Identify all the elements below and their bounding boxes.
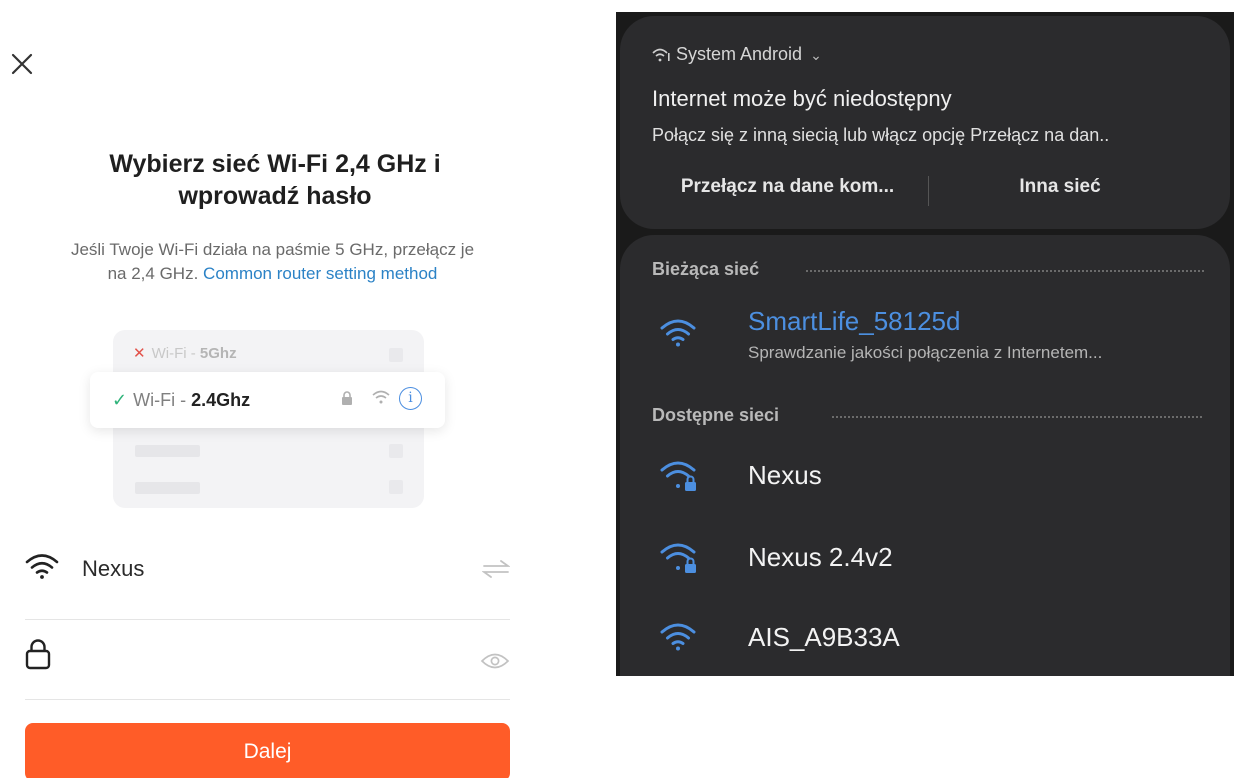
next-button[interactable]: Dalej xyxy=(25,723,510,778)
wifi-locked-icon xyxy=(660,540,700,581)
wifi-network-field[interactable]: Nexus xyxy=(25,542,511,620)
network-name: SmartLife_58125d xyxy=(748,306,961,336)
router-setting-link[interactable]: Common router setting method xyxy=(203,264,437,283)
network-item[interactable]: Nexus xyxy=(660,456,1220,516)
network-name: Nexus 2.4v2 xyxy=(748,542,893,572)
password-input[interactable] xyxy=(71,640,451,680)
network-status: Sprawdzanie jakości połączenia z Interne… xyxy=(748,343,1103,362)
notification-message: Połącz się z inną siecią lub włącz opcję… xyxy=(652,125,1110,145)
wifi-icon xyxy=(25,552,59,585)
notification-card: System Android ⌄ Internet może być niedos… xyxy=(620,16,1230,229)
switch-to-mobile-data-button[interactable]: Przełącz na dane kom... xyxy=(650,176,925,198)
current-network-section: Bieżąca sieć xyxy=(652,259,1204,280)
chevron-down-icon[interactable]: ⌄ xyxy=(810,47,822,64)
wifi-locked-icon xyxy=(660,458,700,499)
network-list-panel: Bieżąca sieć SmartLife_58125d Sprawdzani… xyxy=(620,235,1230,676)
network-item[interactable]: AIS_A9B33A xyxy=(660,618,1220,678)
placeholder-square xyxy=(389,444,403,458)
switch-network-icon[interactable] xyxy=(481,558,511,585)
close-icon[interactable] xyxy=(6,48,38,80)
section-divider xyxy=(832,416,1202,418)
check-icon: ✓ xyxy=(112,390,128,410)
lock-icon xyxy=(25,638,51,675)
section-divider xyxy=(806,270,1204,272)
eye-icon[interactable] xyxy=(480,652,510,675)
network-name: Nexus xyxy=(748,460,822,490)
wifi-small-icon xyxy=(372,389,390,410)
page-title: Wybierz sieć Wi-Fi 2,4 GHz i wprowadź ha… xyxy=(109,150,441,210)
available-networks-section: Dostępne sieci xyxy=(652,405,1202,426)
password-field xyxy=(25,622,510,700)
info-icon: i xyxy=(399,387,422,410)
action-divider xyxy=(928,176,929,206)
placeholder-bar xyxy=(135,445,200,457)
placeholder-square xyxy=(389,348,403,362)
wifi-info-icon xyxy=(652,48,670,62)
notification-source: System Android ⌄ xyxy=(652,44,822,65)
notification-headline: Internet może być niedostępny xyxy=(652,86,952,111)
network-item-current[interactable]: SmartLife_58125d Sprawdzanie jakości poł… xyxy=(660,306,1220,366)
lock-small-icon xyxy=(340,390,354,411)
illustration-row-5ghz: ✕ Wi-Fi - 5Ghz xyxy=(133,345,237,362)
wifi-icon xyxy=(660,316,696,353)
wifi-setup-screen: Wybierz sieć Wi-Fi 2,4 GHz i wprowadź ha… xyxy=(0,0,540,778)
placeholder-bar xyxy=(135,482,200,494)
wifi-network-value: Nexus xyxy=(82,556,145,581)
network-name: AIS_A9B33A xyxy=(748,622,900,652)
network-item[interactable]: Nexus 2.4v2 xyxy=(660,538,1220,598)
other-network-button[interactable]: Inna sieć xyxy=(950,176,1170,198)
cross-icon: ✕ xyxy=(133,345,146,362)
placeholder-square xyxy=(389,480,403,494)
page-subtitle: Jeśli Twoje Wi-Fi działa na paśmie 5 GHz… xyxy=(70,240,475,283)
android-wifi-panel: System Android ⌄ Internet może być niedos… xyxy=(616,12,1234,676)
illustration-row-24ghz: ✓ Wi-Fi - 2.4Ghz i xyxy=(90,372,445,428)
wifi-icon xyxy=(660,620,696,657)
